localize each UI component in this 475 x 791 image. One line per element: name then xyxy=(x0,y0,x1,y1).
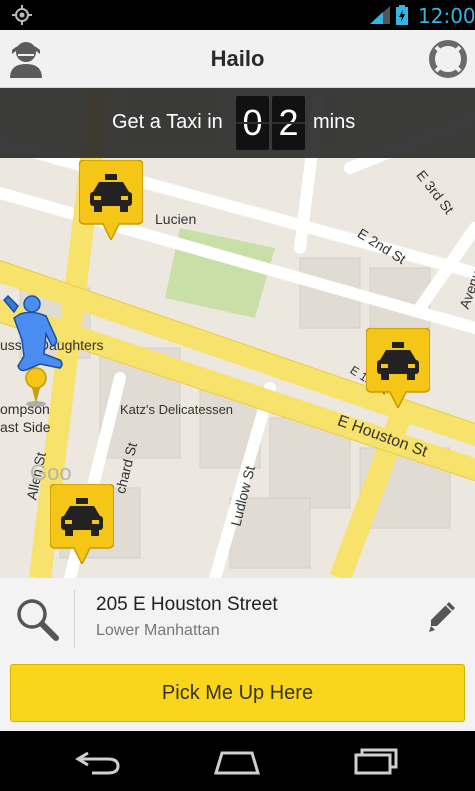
map-label-lucien: Lucien xyxy=(155,211,197,227)
map-label-katz: Katz's Delicatessen xyxy=(120,402,234,417)
pickup-person-marker[interactable] xyxy=(0,292,72,407)
back-icon[interactable] xyxy=(74,745,124,777)
recent-apps-icon[interactable] xyxy=(352,745,402,777)
search-icon[interactable] xyxy=(14,596,60,642)
address-divider xyxy=(74,590,75,648)
taxi-marker[interactable] xyxy=(50,484,114,564)
address-street[interactable]: 205 E Houston Street xyxy=(96,594,278,616)
help-lifebuoy-icon[interactable] xyxy=(429,40,467,78)
eta-digit-tens: 0 xyxy=(236,96,269,150)
eta-lead-text: Get a Taxi in xyxy=(112,111,223,133)
status-bar: 12:00 xyxy=(0,0,475,30)
address-panel: 205 E Houston Street Lower Manhattan xyxy=(0,578,475,661)
home-icon[interactable] xyxy=(212,745,262,777)
map-label-google: Goo xyxy=(30,460,72,485)
address-area: Lower Manhattan xyxy=(96,622,220,639)
taxi-marker[interactable] xyxy=(79,160,143,240)
system-nav-bar xyxy=(0,731,475,791)
signal-icon xyxy=(370,6,390,24)
edit-pencil-icon[interactable] xyxy=(427,600,457,634)
status-clock: 12:00 xyxy=(418,4,475,28)
app-header: Hailo xyxy=(0,30,475,88)
app-title: Hailo xyxy=(210,46,265,71)
gps-icon xyxy=(12,5,32,25)
map-label-east-side: ast Side xyxy=(0,419,51,435)
map-view[interactable]: E 3rd St E 2nd St E 1st St E Houston St … xyxy=(0,88,475,578)
taxi-marker[interactable] xyxy=(366,328,430,408)
eta-digit-ones: 2 xyxy=(272,96,305,150)
pick-me-up-button[interactable]: Pick Me Up Here xyxy=(10,664,465,722)
pickup-area: Pick Me Up Here xyxy=(0,661,475,731)
battery-icon xyxy=(396,5,408,25)
eta-unit-text: mins xyxy=(313,111,356,133)
eta-banner: Get a Taxi in 0 2 mins xyxy=(0,88,475,158)
